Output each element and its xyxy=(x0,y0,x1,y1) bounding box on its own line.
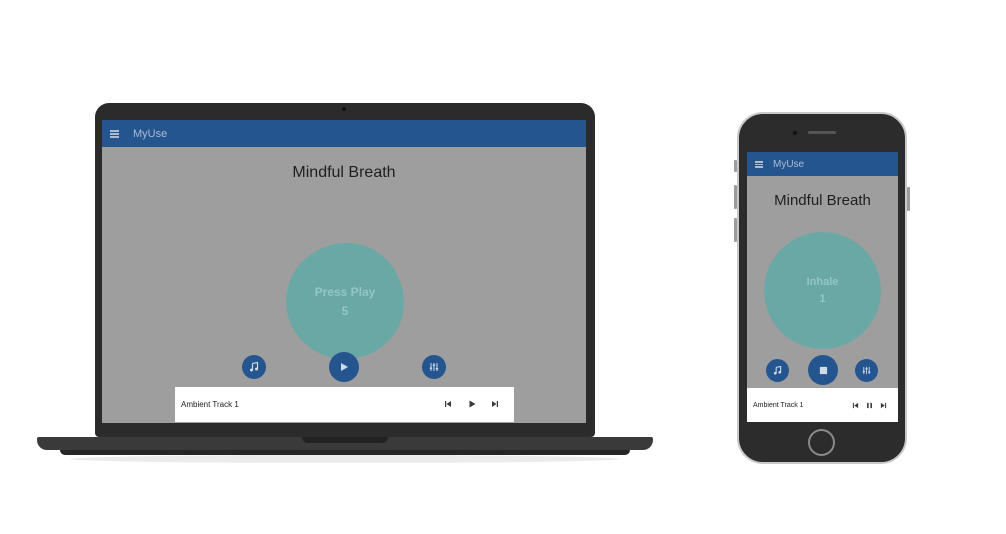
stop-button[interactable] xyxy=(808,355,838,385)
skip-next-icon[interactable] xyxy=(490,399,500,409)
phone-power-button xyxy=(907,187,910,211)
breathing-count: 1 xyxy=(819,293,826,305)
menu-icon[interactable] xyxy=(755,161,763,168)
page-title: Mindful Breath xyxy=(292,164,396,181)
page-title: Mindful Breath xyxy=(774,192,871,209)
app-name: MyUse xyxy=(133,127,168,140)
settings-button[interactable] xyxy=(422,355,446,379)
track-name: Ambient Track 1 xyxy=(753,401,804,409)
track-name: Ambient Track 1 xyxy=(181,400,239,409)
phone-player-bar: Ambient Track 1 xyxy=(747,388,898,422)
music-button[interactable] xyxy=(766,359,789,382)
phone-screen: MyUse Mindful Breath Inhale 1 Ambient Tr… xyxy=(747,152,898,422)
laptop-app-bar: MyUse xyxy=(102,120,586,147)
music-button[interactable] xyxy=(242,355,266,379)
laptop-screen: MyUse Mindful Breath Press Play 5 xyxy=(102,120,586,423)
stop-icon xyxy=(819,366,827,374)
breathing-circle: Press Play 5 xyxy=(286,243,404,359)
play-icon xyxy=(341,363,348,371)
phone-speaker xyxy=(808,131,836,134)
phone-camera xyxy=(793,131,797,135)
laptop-base-bottom xyxy=(60,450,630,455)
skip-previous-icon[interactable] xyxy=(851,401,859,409)
breathing-circle: Inhale 1 xyxy=(764,232,881,349)
phone-app-bar: MyUse xyxy=(747,152,898,176)
breathing-status: Press Play xyxy=(314,284,376,299)
play-icon[interactable] xyxy=(467,399,477,409)
play-button[interactable] xyxy=(329,352,359,382)
music-note-icon xyxy=(250,362,259,372)
skip-next-icon[interactable] xyxy=(879,401,887,409)
app-name: MyUse xyxy=(773,158,805,170)
laptop-player-bar: Ambient Track 1 xyxy=(175,387,514,422)
skip-previous-icon[interactable] xyxy=(443,399,453,409)
laptop-shadow xyxy=(70,455,620,463)
music-note-icon xyxy=(773,366,782,375)
menu-icon[interactable] xyxy=(110,130,119,138)
laptop-camera xyxy=(342,107,346,111)
settings-button[interactable] xyxy=(855,359,878,382)
laptop-notch xyxy=(302,437,388,443)
equalizer-icon xyxy=(862,366,871,375)
equalizer-icon xyxy=(429,363,439,371)
breathing-count: 5 xyxy=(341,303,349,318)
phone-home-button xyxy=(808,429,835,456)
breathing-status: Inhale xyxy=(806,276,839,288)
pause-icon[interactable] xyxy=(865,401,873,409)
